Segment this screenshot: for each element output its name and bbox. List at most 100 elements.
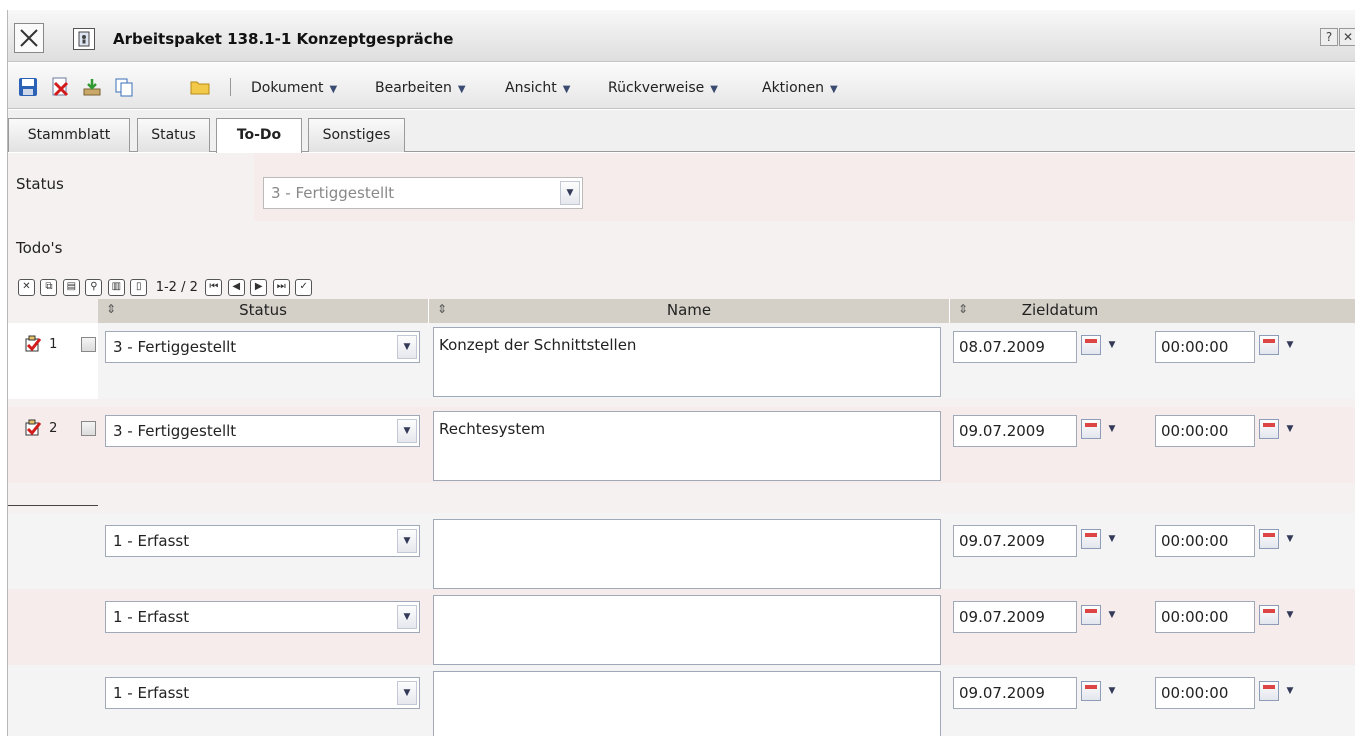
calendar-icon[interactable] — [1081, 335, 1101, 355]
chevron-down-icon: ▼ — [397, 605, 417, 629]
copy-icon[interactable] — [114, 77, 134, 97]
first-page-icon[interactable]: ⏮ — [205, 279, 223, 296]
column-header-status[interactable]: ⇕ Status — [98, 299, 428, 323]
row-select-checkbox[interactable] — [81, 421, 96, 436]
toolbar: Dokument ▼ Bearbeiten ▼ Ansicht ▼ Rückverwe… — [8, 63, 1355, 109]
next-page-icon[interactable]: ▶ — [250, 279, 268, 296]
new-table-row: 1 - Erfasst ▼ 09.07.2009 ▼ 00:00:00 ▼ — [8, 589, 1355, 665]
status-select[interactable]: 3 - Fertiggestellt ▼ — [263, 177, 583, 209]
new-row-status-select[interactable]: 1 - Erfasst ▼ — [105, 525, 420, 557]
new-row-name-textarea[interactable] — [433, 671, 941, 736]
menu-bearbeiten[interactable]: Bearbeiten ▼ — [375, 80, 466, 96]
chevron-down-icon[interactable]: ▼ — [1281, 529, 1299, 549]
new-row-date-input[interactable]: 09.07.2009 — [953, 525, 1077, 557]
new-row-time-input[interactable]: 00:00:00 — [1155, 677, 1255, 709]
tab-to-do[interactable]: To-Do — [216, 118, 302, 153]
sort-icon[interactable]: ⇕ — [958, 302, 968, 316]
document-window: Arbeitspaket 138.1-1 Konzeptgespräche ? … — [7, 10, 1355, 736]
dropdown-arrow-icon: ▼ — [457, 84, 466, 95]
paste-row-icon[interactable]: ▤ — [62, 279, 80, 296]
chevron-down-icon[interactable]: ▼ — [1281, 605, 1299, 625]
menu-dokument[interactable]: Dokument ▼ — [251, 80, 337, 96]
tab-status[interactable]: Status — [137, 118, 210, 152]
menu-label: Ansicht — [505, 80, 557, 96]
time-picker-icon[interactable] — [1259, 335, 1279, 355]
delete-icon[interactable] — [50, 77, 70, 97]
close-button[interactable]: ✕ — [1339, 28, 1355, 46]
column-header-zieldatum[interactable]: ⇕ Zieldatum — [950, 299, 1170, 323]
sort-icon[interactable]: ⇕ — [106, 302, 116, 316]
new-table-row: 1 - Erfasst ▼ 09.07.2009 ▼ 00:00:00 ▼ — [8, 513, 1355, 589]
new-row-date-input[interactable]: 09.07.2009 — [953, 601, 1077, 633]
last-page-icon[interactable]: ⏭ — [272, 279, 290, 296]
time-picker-icon[interactable] — [1259, 419, 1279, 439]
time-picker-icon[interactable] — [1259, 605, 1279, 625]
copy-row-icon[interactable]: ⧉ — [40, 279, 58, 296]
new-row-date-input[interactable]: 09.07.2009 — [953, 677, 1077, 709]
chevron-down-icon[interactable]: ▼ — [1103, 335, 1121, 355]
print-icon[interactable]: ▥ — [107, 279, 125, 296]
row-date-input[interactable]: 08.07.2009 — [953, 331, 1077, 363]
confirm-icon[interactable]: ✓ — [295, 279, 313, 296]
tab-stammblatt[interactable]: Stammblatt — [8, 118, 130, 152]
menu-label: Dokument — [251, 80, 324, 96]
dropdown-arrow-icon: ▼ — [329, 84, 338, 95]
chevron-down-icon: ▼ — [560, 181, 580, 205]
delete-row-icon[interactable]: ✕ — [18, 279, 35, 296]
tab-sonstiges[interactable]: Sonstiges — [308, 118, 405, 152]
chevron-down-icon[interactable]: ▼ — [1281, 681, 1299, 701]
chevron-down-icon[interactable]: ▼ — [1281, 419, 1299, 439]
row-select-checkbox[interactable] — [81, 337, 96, 352]
new-row-status-select[interactable]: 1 - Erfasst ▼ — [105, 677, 420, 709]
status-select-value: 3 - Fertiggestellt — [271, 184, 395, 202]
folder-icon[interactable] — [190, 77, 210, 97]
menu-aktionen[interactable]: Aktionen ▼ — [762, 80, 838, 96]
toolbar-separator — [230, 78, 231, 96]
previous-page-icon[interactable]: ◀ — [227, 279, 245, 296]
calendar-icon[interactable] — [1081, 605, 1101, 625]
new-row-time-input[interactable]: 00:00:00 — [1155, 601, 1255, 633]
save-icon[interactable] — [18, 77, 38, 97]
new-row-status-select[interactable]: 1 - Erfasst ▼ — [105, 601, 420, 633]
close-window-icon[interactable] — [14, 23, 44, 53]
new-row-name-textarea[interactable] — [433, 519, 941, 589]
row-status-select[interactable]: 3 - Fertiggestellt ▼ — [105, 331, 420, 363]
help-button[interactable]: ? — [1320, 28, 1338, 46]
row-time-input[interactable]: 00:00:00 — [1155, 415, 1255, 447]
calendar-icon[interactable] — [1081, 681, 1101, 701]
column-header-name[interactable]: ⇕ Name — [429, 299, 949, 323]
chevron-down-icon[interactable]: ▼ — [1103, 681, 1121, 701]
grid-toolbar: ✕ ⧉ ▤ ⚲ ▥ ▯ 1-2 / 2 ⏮ ◀ ▶ ⏭ ✓ — [18, 279, 313, 299]
chevron-down-icon[interactable]: ▼ — [1103, 605, 1121, 625]
new-rows-divider — [8, 505, 98, 506]
new-row-name-textarea[interactable] — [433, 595, 941, 665]
chevron-down-icon: ▼ — [397, 529, 417, 553]
new-document-icon[interactable]: ▯ — [130, 279, 148, 296]
chevron-down-icon[interactable]: ▼ — [1103, 529, 1121, 549]
row-date-input[interactable]: 09.07.2009 — [953, 415, 1077, 447]
table-row: 1 3 - Fertiggestellt ▼ Konzept der Schni… — [8, 323, 1355, 399]
export-icon[interactable] — [82, 77, 102, 97]
search-icon[interactable]: ⚲ — [85, 279, 103, 296]
chevron-down-icon[interactable]: ▼ — [1103, 419, 1121, 439]
new-row-time-input[interactable]: 00:00:00 — [1155, 525, 1255, 557]
time-picker-icon[interactable] — [1259, 681, 1279, 701]
row-name-textarea[interactable]: Rechtesystem — [433, 411, 941, 481]
menu-label: Bearbeiten — [375, 80, 452, 96]
sort-icon[interactable]: ⇕ — [437, 302, 447, 316]
new-row-status-value: 1 - Erfasst — [113, 532, 190, 550]
time-picker-icon[interactable] — [1259, 529, 1279, 549]
calendar-icon[interactable] — [1081, 529, 1101, 549]
row-name-textarea[interactable]: Konzept der Schnittstellen — [433, 327, 941, 397]
menu-ansicht[interactable]: Ansicht ▼ — [505, 80, 570, 96]
todo-content: Status 3 - Fertiggestellt ▼ Todo's ✕ ⧉ ▤… — [8, 153, 1355, 736]
row-time-input[interactable]: 00:00:00 — [1155, 331, 1255, 363]
row-status-select[interactable]: 3 - Fertiggestellt ▼ — [105, 415, 420, 447]
pager-count: 1-2 / 2 — [155, 280, 198, 295]
column-header-label: Status — [239, 301, 287, 319]
menu-rueckverweise[interactable]: Rückverweise ▼ — [608, 80, 718, 96]
calendar-icon[interactable] — [1081, 419, 1101, 439]
chevron-down-icon[interactable]: ▼ — [1281, 335, 1299, 355]
row-number: 1 — [24, 335, 57, 353]
chevron-down-icon: ▼ — [397, 681, 417, 705]
